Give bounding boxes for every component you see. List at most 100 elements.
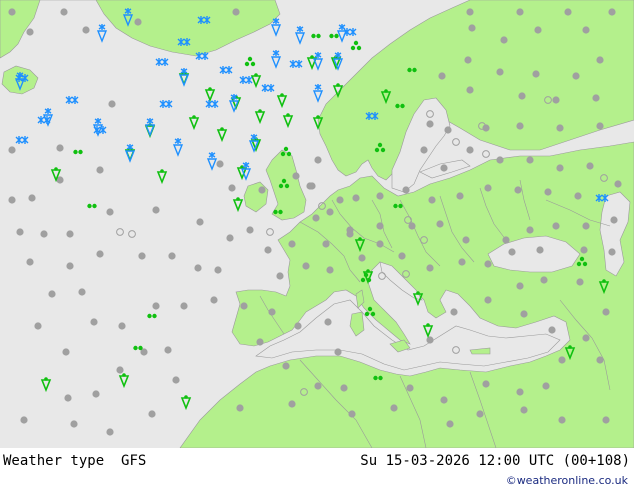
dot-icon xyxy=(552,222,560,230)
dot-icon xyxy=(62,348,70,356)
credit-link[interactable]: ©weatheronline.co.uk xyxy=(506,474,628,487)
dot-icon xyxy=(544,188,552,196)
dot-icon xyxy=(450,308,458,316)
dot-icon xyxy=(96,250,104,258)
dot-icon xyxy=(314,382,322,390)
dot-icon xyxy=(516,282,524,290)
dot-icon xyxy=(40,230,48,238)
dot-icon xyxy=(288,240,296,248)
dot-icon xyxy=(608,8,616,16)
dot-icon xyxy=(520,406,528,414)
dot-icon xyxy=(106,428,114,436)
dot-icon xyxy=(288,400,296,408)
dot-icon xyxy=(292,172,300,180)
dot-icon xyxy=(314,156,322,164)
parameter-label: Weather type xyxy=(3,453,105,469)
dot-icon xyxy=(514,186,522,194)
dot-icon xyxy=(346,230,354,238)
dot-icon xyxy=(466,8,474,16)
dot-icon xyxy=(324,318,332,326)
dot-icon xyxy=(282,362,290,370)
dot-icon xyxy=(264,246,272,254)
dot-icon xyxy=(496,156,504,164)
dot-icon xyxy=(406,384,414,392)
dot-icon xyxy=(484,184,492,192)
dot-icon xyxy=(152,302,160,310)
dot-icon xyxy=(526,156,534,164)
dot-icon xyxy=(556,164,564,172)
dot-icon xyxy=(428,196,436,204)
dot-icon xyxy=(518,92,526,100)
dot-icon xyxy=(462,236,470,244)
dot-icon xyxy=(580,246,588,254)
dot-icon xyxy=(194,264,202,272)
dot-icon xyxy=(444,126,452,134)
dot-icon xyxy=(336,196,344,204)
dot-icon xyxy=(180,302,188,310)
dot-icon xyxy=(496,68,504,76)
dot-icon xyxy=(582,26,590,34)
map-title: Weather type GFS xyxy=(3,453,146,469)
dot-icon xyxy=(592,94,600,102)
model-label: GFS xyxy=(121,453,147,469)
dot-icon xyxy=(398,252,406,260)
dot-icon xyxy=(482,380,490,388)
dot-icon xyxy=(484,260,492,268)
dot-icon xyxy=(426,264,434,272)
dot-icon xyxy=(574,192,582,200)
dot-icon xyxy=(216,160,224,168)
dot-icon xyxy=(294,322,302,330)
dot-icon xyxy=(8,196,16,204)
dot-icon xyxy=(106,208,114,216)
dot-icon xyxy=(534,26,542,34)
dot-icon xyxy=(138,252,146,260)
dot-icon xyxy=(558,356,566,364)
dot-icon xyxy=(312,214,320,222)
dot-icon xyxy=(78,288,86,296)
dot-icon xyxy=(516,8,524,16)
dot-icon xyxy=(214,266,222,274)
dot-icon xyxy=(440,164,448,172)
dot-icon xyxy=(276,272,284,280)
dot-icon xyxy=(482,124,490,132)
dot-icon xyxy=(476,410,484,418)
dot-icon xyxy=(596,122,604,130)
dot-icon xyxy=(240,302,248,310)
dot-icon xyxy=(614,180,622,188)
dot-icon xyxy=(164,346,172,354)
dot-icon xyxy=(390,404,398,412)
dot-icon xyxy=(440,396,448,404)
dot-icon xyxy=(576,278,584,286)
dot-icon xyxy=(210,296,218,304)
dot-icon xyxy=(20,416,28,424)
dot-icon xyxy=(172,376,180,384)
dot-icon xyxy=(596,56,604,64)
dot-icon xyxy=(552,96,560,104)
dot-icon xyxy=(8,8,16,16)
dot-icon xyxy=(376,240,384,248)
dot-icon xyxy=(302,262,310,270)
dot-icon xyxy=(34,322,42,330)
dot-icon xyxy=(322,240,330,248)
dot-icon xyxy=(326,208,334,216)
dot-icon xyxy=(532,70,540,78)
dot-icon xyxy=(236,404,244,412)
dot-icon xyxy=(90,318,98,326)
dot-icon xyxy=(596,356,604,364)
dot-icon xyxy=(610,216,618,224)
dot-icon xyxy=(586,162,594,170)
dot-icon xyxy=(564,8,572,16)
dot-icon xyxy=(134,18,142,26)
dot-icon xyxy=(602,308,610,316)
dot-icon xyxy=(508,248,516,256)
dot-icon xyxy=(608,248,616,256)
dot-icon xyxy=(96,166,104,174)
dot-icon xyxy=(28,194,36,202)
dot-icon xyxy=(466,86,474,94)
dot-icon xyxy=(226,234,234,242)
dot-icon xyxy=(458,258,466,266)
dot-icon xyxy=(16,228,24,236)
dot-icon xyxy=(540,276,548,284)
dot-icon xyxy=(376,192,384,200)
dot-icon xyxy=(348,410,356,418)
